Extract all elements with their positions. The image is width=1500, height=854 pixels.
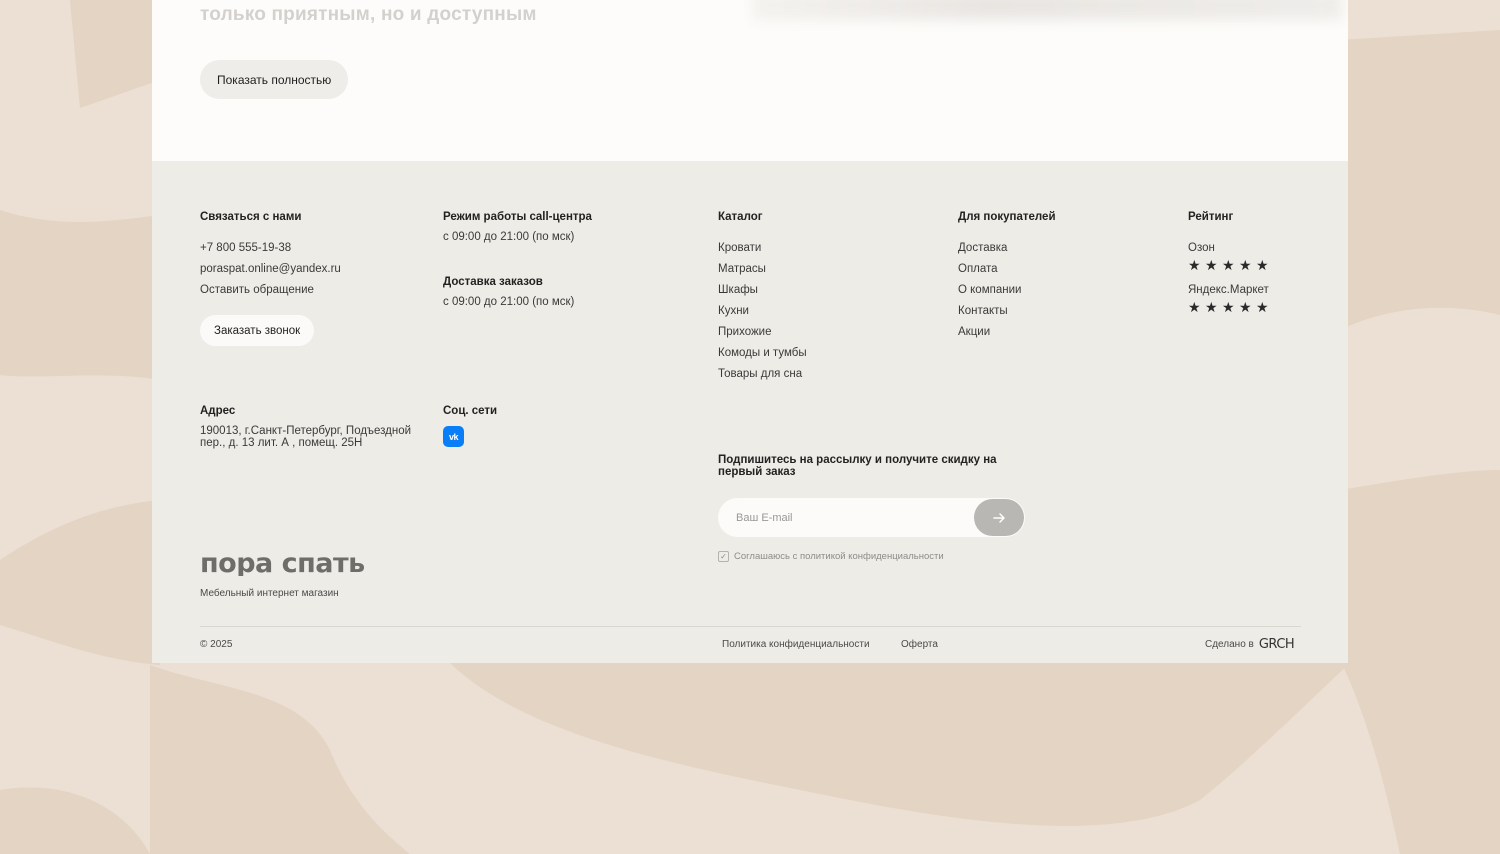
contact-heading: Связаться с нами — [200, 211, 302, 223]
star-icon: ★ — [1205, 299, 1218, 315]
newsletter-heading: Подпишитесь на рассылку и получите скидк… — [718, 454, 997, 478]
callcenter-hours: с 09:00 до 21:00 (по мск) — [443, 231, 575, 243]
consent-row: ✓ Соглашаюсь с политикой конфиденциально… — [718, 551, 944, 562]
made-by-label: Сделано в — [1205, 639, 1254, 650]
catalog-item[interactable]: Прихожие — [718, 326, 807, 338]
catalog-item[interactable]: Кровати — [718, 242, 807, 254]
star-icon: ★ — [1222, 257, 1235, 273]
feedback-link[interactable]: Оставить обращение — [200, 284, 341, 296]
email-input[interactable] — [718, 498, 986, 537]
content-card: только приятным, но и доступным Показать… — [152, 0, 1348, 161]
arrow-right-icon — [993, 512, 1005, 523]
email-link[interactable]: poraspat.online@yandex.ru — [200, 263, 341, 275]
catalog-item[interactable]: Товары для сна — [718, 368, 807, 380]
catalog-item[interactable]: Комоды и тумбы — [718, 347, 807, 359]
star-icon: ★ — [1256, 257, 1269, 273]
faded-description-text: только приятным, но и доступным — [200, 4, 537, 25]
star-icon: ★ — [1222, 299, 1235, 315]
subscribe-button[interactable] — [974, 499, 1024, 536]
vk-icon[interactable]: vk — [443, 426, 464, 447]
rating-source-ozon: Озон — [1188, 242, 1215, 254]
tagline: Мебельный интернет магазин — [200, 588, 339, 599]
svg-text:пора спать: пора спать — [200, 550, 365, 576]
buyers-heading: Для покупателей — [958, 211, 1056, 223]
star-icon: ★ — [1188, 257, 1201, 273]
buyers-column: Для покупателей Доставка Оплата О компан… — [958, 211, 1056, 338]
catalog-item[interactable]: Кухни — [718, 305, 807, 317]
footer-divider — [200, 626, 1301, 627]
catalog-heading: Каталог — [718, 211, 763, 223]
contact-column: Связаться с нами +7 800 555-19-38 porasp… — [200, 211, 341, 346]
studio-logo: GRCH — [1258, 637, 1295, 652]
delivery-heading: Доставка заказов — [443, 276, 543, 288]
buyers-item[interactable]: Акции — [958, 326, 1056, 338]
vk-icon-label: vk — [448, 431, 459, 442]
consent-text: Соглашаюсь с политикой конфиденциальност… — [734, 551, 944, 562]
star-icon: ★ — [1205, 257, 1218, 273]
social-column: Соц. сети vk — [443, 405, 497, 447]
rating-source-yandex: Яндекс.Маркет — [1188, 284, 1269, 296]
buyers-item[interactable]: О компании — [958, 284, 1056, 296]
buyers-item[interactable]: Оплата — [958, 263, 1056, 275]
blurred-image — [752, 0, 1342, 20]
logo-image: пора спать — [200, 548, 365, 579]
buyers-item[interactable]: Доставка — [958, 242, 1056, 254]
made-by[interactable]: Сделано в GRCH — [1205, 637, 1295, 652]
rating-heading: Рейтинг — [1188, 211, 1234, 223]
copyright: © 2025 — [200, 639, 233, 650]
offer-link[interactable]: Оферта — [901, 639, 938, 650]
phone-link[interactable]: +7 800 555-19-38 — [200, 242, 341, 254]
callcenter-heading: Режим работы call-центра — [443, 211, 592, 223]
star-icon: ★ — [1256, 299, 1269, 315]
footer: Связаться с нами +7 800 555-19-38 porasp… — [152, 161, 1348, 663]
hours-column: Режим работы call-центра с 09:00 до 21:0… — [443, 211, 592, 308]
star-icon: ★ — [1239, 257, 1252, 273]
brand-logo[interactable]: пора спать — [200, 548, 392, 581]
rating-stars-ozon: ★ ★ ★ ★ ★ — [1188, 258, 1270, 272]
star-icon: ★ — [1239, 299, 1252, 315]
callback-button[interactable]: Заказать звонок — [200, 315, 315, 346]
address-heading: Адрес — [200, 405, 236, 417]
show-more-button[interactable]: Показать полностью — [200, 60, 349, 99]
social-heading: Соц. сети — [443, 405, 498, 417]
address-column: Адрес 190013, г.Санкт-Петербург, Подъезд… — [200, 405, 420, 449]
newsletter-form — [718, 498, 1025, 537]
consent-checkbox[interactable]: ✓ — [718, 551, 729, 562]
catalog-item[interactable]: Шкафы — [718, 284, 807, 296]
address-text: 190013, г.Санкт-Петербург, Подъездной пе… — [200, 425, 412, 449]
rating-column: Рейтинг Озон ★ ★ ★ ★ ★ Яндекс.Маркет ★ ★… — [1188, 211, 1270, 314]
star-icon: ★ — [1188, 299, 1201, 315]
delivery-hours: с 09:00 до 21:00 (по мск) — [443, 296, 575, 308]
catalog-column: Каталог Кровати Матрасы Шкафы Кухни Прих… — [718, 211, 807, 380]
buyers-item[interactable]: Контакты — [958, 305, 1056, 317]
catalog-item[interactable]: Матрасы — [718, 263, 807, 275]
rating-stars-yandex: ★ ★ ★ ★ ★ — [1188, 300, 1270, 314]
privacy-link[interactable]: Политика конфиденциальности — [722, 639, 870, 650]
